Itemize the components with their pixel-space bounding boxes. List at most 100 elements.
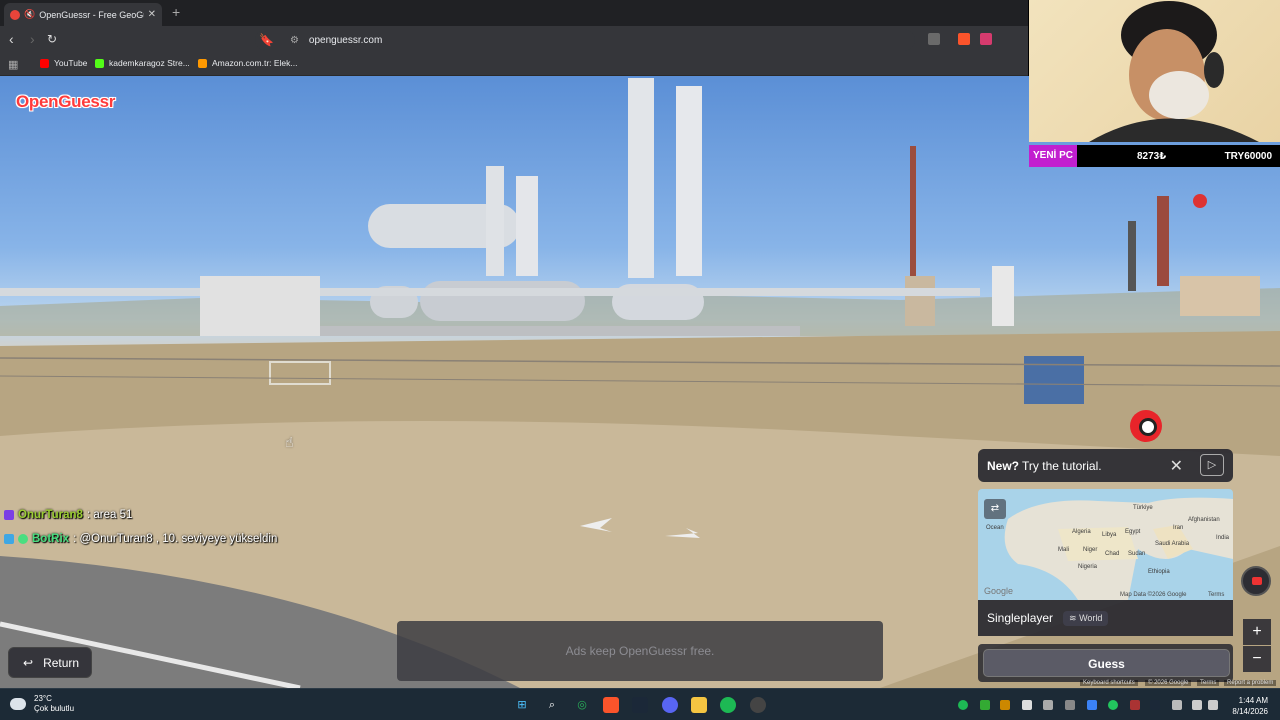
close-tab-icon[interactable]: ✕ [148, 9, 156, 20]
location-pin-icon [1193, 194, 1207, 208]
return-arrow-icon: ↩ [23, 655, 34, 670]
weather-widget[interactable]: 23°C Çok bulutlu [10, 694, 74, 714]
play-tutorial-button[interactable]: ▷ [1200, 454, 1224, 476]
chat-username: BotRix [32, 533, 70, 545]
mute-icon[interactable]: 🔇 [24, 9, 35, 20]
map-attribution: Map Data ©2026 Google [1120, 592, 1187, 598]
brave-rewards-icon[interactable] [980, 33, 992, 45]
settings-tray-icon[interactable] [1022, 700, 1032, 710]
chat-text: : @OnurTuran8 , 10. seviyeye yükseldin [73, 533, 278, 545]
bookmark-youtube[interactable]: YouTube [40, 58, 87, 68]
nvidia-tray-icon[interactable] [980, 700, 990, 710]
kick-icon [95, 58, 104, 68]
openguessr-favicon-icon [10, 9, 20, 20]
discord-icon[interactable] [662, 697, 678, 713]
verified-badge-icon [18, 534, 28, 544]
goal-current: 8273₺ [1137, 150, 1167, 162]
browser-tab[interactable]: 🔇 OpenGuessr - Free GeoGuess ✕ [4, 3, 162, 26]
zoom-out-button[interactable]: − [1243, 646, 1271, 672]
bookmark-label: YouTube [54, 58, 88, 68]
bookmark-icon[interactable]: 🔖 [259, 33, 274, 47]
report-problem-link[interactable]: Report a problem [1224, 680, 1277, 686]
site-info-icon[interactable]: ⚙ [290, 35, 299, 46]
chat-message: OnurTuran8 : area 51 [4, 509, 132, 521]
map-label: Egypt [1125, 529, 1141, 535]
steam-tray-icon[interactable] [1150, 700, 1160, 710]
network-icon[interactable] [1192, 700, 1202, 710]
guess-button[interactable]: Guess [983, 649, 1230, 677]
translate-icon[interactable] [928, 33, 940, 45]
streamer-with-cat-illustration [1089, 1, 1259, 142]
compass-icon[interactable] [1241, 566, 1271, 596]
xbox-icon[interactable]: ◎ [574, 697, 590, 713]
system-clock[interactable]: 1:44 AM 8/14/2026 [1232, 695, 1268, 717]
tray-status-icon[interactable] [1108, 700, 1118, 710]
temperature: 23°C [34, 694, 52, 703]
brave-shield-icon[interactable] [958, 33, 970, 45]
map-label: Niger [1083, 547, 1098, 553]
map-land-illustration [1004, 497, 1233, 600]
bookmark-kick[interactable]: kademkaragoz Stre... [95, 58, 190, 68]
clock-date: 8/14/2026 [1232, 707, 1268, 716]
back-icon[interactable]: ‹ [9, 31, 14, 47]
file-explorer-icon[interactable] [691, 697, 707, 713]
steam-icon[interactable] [632, 697, 648, 713]
microphone-icon[interactable] [1172, 700, 1182, 710]
url-text[interactable]: openguessr.com [309, 35, 382, 46]
map-label: Chad [1105, 551, 1120, 557]
map-scope-label: World [1079, 612, 1103, 623]
openguessr-logo[interactable]: OpenGuessr [16, 92, 115, 112]
address-bar[interactable]: 🔖 ⚙ openguessr.com [255, 29, 915, 51]
chat-username: OnurTuran8 [18, 509, 83, 521]
layers-icon: ≋ [1069, 612, 1080, 623]
apps-grid-icon[interactable]: ▦ [8, 58, 18, 71]
return-label: Return [43, 655, 80, 670]
obs-icon[interactable] [750, 697, 766, 713]
chat-text: : area 51 [86, 509, 133, 521]
search-icon[interactable]: ⌕ [544, 697, 560, 713]
map-scope-badge[interactable]: ≋ World [1063, 610, 1109, 626]
user-badge-icon [4, 510, 14, 520]
map-label: Ethiopia [1148, 569, 1170, 575]
map-label: Afghanistan [1188, 517, 1220, 523]
stream-goal-bar: YENİ PC 8273₺ TRY60000 [1029, 145, 1280, 167]
close-icon[interactable]: ✕ [1170, 456, 1183, 476]
amazon-icon [198, 58, 207, 68]
map-settings-icon[interactable]: ⇄ [984, 499, 1006, 519]
sv-attribution: © 2026 Google [1145, 680, 1192, 686]
brave-browser-icon[interactable] [603, 697, 619, 713]
guess-minimap[interactable]: ⇄ Türkiye Afghanistan Iran Ocean Algeria… [978, 489, 1233, 600]
usb-tray-icon[interactable] [1065, 700, 1075, 710]
google-logo: Google [984, 586, 1014, 596]
volume-icon[interactable] [1208, 700, 1218, 710]
forward-icon[interactable]: › [30, 31, 35, 47]
mode-label: Singleplayer [987, 611, 1054, 625]
tray-app-icon[interactable] [1130, 700, 1140, 710]
reload-icon[interactable]: ↻ [47, 31, 57, 47]
map-label: Sudan [1128, 551, 1146, 557]
windows-start-icon[interactable]: ⊞ [514, 697, 530, 713]
steelseries-tray-icon[interactable] [1043, 700, 1053, 710]
tutorial-text[interactable]: Try the tutorial. [1022, 459, 1102, 473]
browser-tabbar: 🔇 OpenGuessr - Free GeoGuess ✕ + [0, 0, 1028, 26]
map-label: Libya [1102, 532, 1117, 538]
zoom-in-button[interactable]: + [1243, 619, 1271, 645]
browser-toolbar: ‹ › ↻ 🔖 ⚙ openguessr.com [0, 26, 1028, 53]
goal-target: TRY60000 [1224, 150, 1272, 162]
bookmark-amazon[interactable]: Amazon.com.tr: Elek... [198, 58, 298, 68]
tray-app-icon[interactable] [1000, 700, 1010, 710]
spotify-icon[interactable] [720, 697, 736, 713]
sv-terms-link[interactable]: Terms [1197, 680, 1220, 686]
return-button[interactable]: ↩ Return [8, 647, 92, 678]
keyboard-shortcuts-link[interactable]: Keyboard shortcuts [1080, 680, 1138, 686]
new-tab-button[interactable]: + [172, 4, 180, 20]
bookmarks-bar: ▦ YouTube kademkaragoz Stre... Amazon.co… [0, 53, 1028, 76]
cloud-icon [10, 698, 26, 710]
mascot-icon [1130, 410, 1162, 442]
bookmark-label: kademkaragoz Stre... [109, 58, 190, 68]
bluetooth-tray-icon[interactable] [1087, 700, 1097, 710]
tab-title: OpenGuessr - Free GeoGuess [39, 9, 144, 20]
spotify-tray-icon[interactable] [958, 700, 968, 710]
map-terms-link[interactable]: Terms [1208, 592, 1224, 598]
map-label: Algeria [1072, 529, 1091, 535]
